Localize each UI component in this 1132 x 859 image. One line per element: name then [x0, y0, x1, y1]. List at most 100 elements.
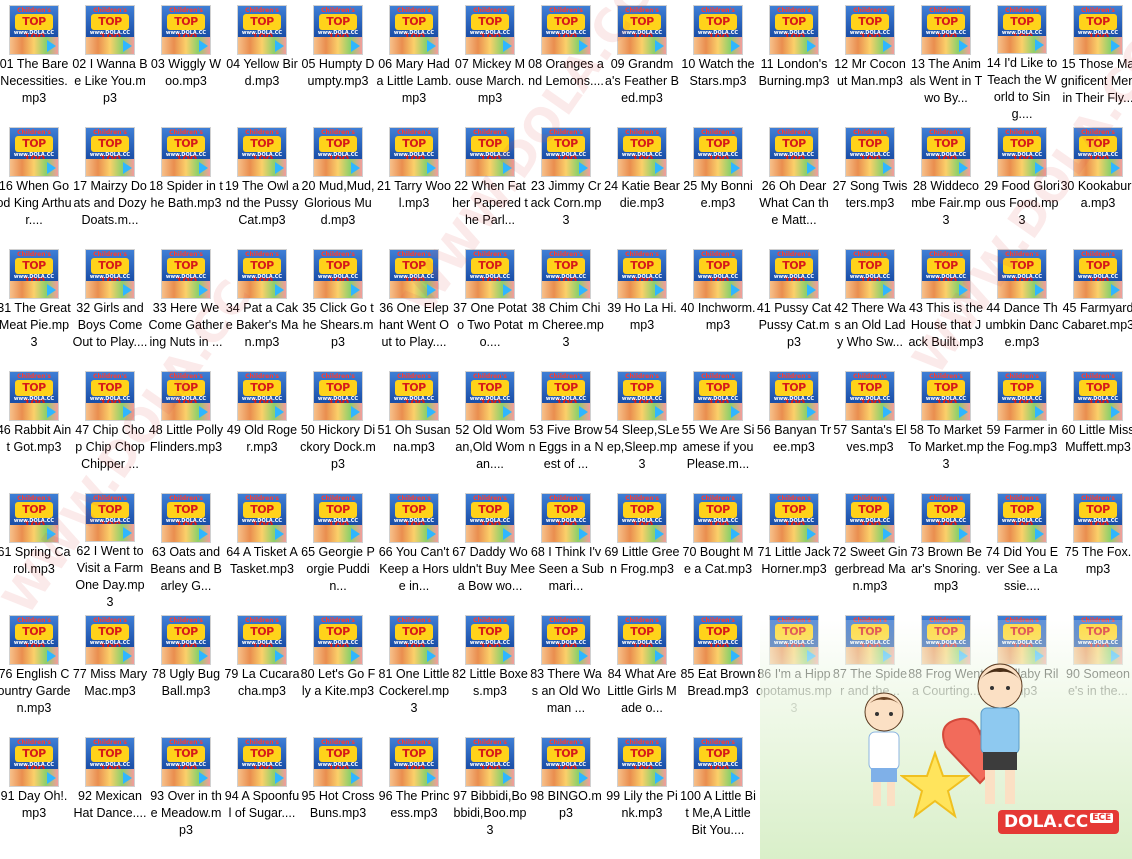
file-item[interactable]: Children'sTOP 100www.DOLA.CC62 I Went to… — [72, 488, 148, 610]
file-item[interactable]: Children'sTOP 100www.DOLA.CC61 Spring Ca… — [0, 488, 72, 610]
file-item[interactable]: Children'sTOP 100www.DOLA.CC95 Hot Cross… — [300, 732, 376, 854]
file-item[interactable]: Children'sTOP 100www.DOLA.CC93 Over in t… — [148, 732, 224, 854]
file-item[interactable]: Children'sTOP 100www.DOLA.CC32 Girls and… — [72, 244, 148, 366]
file-item[interactable]: Children'sTOP 100www.DOLA.CC96 The Princ… — [376, 732, 452, 854]
file-item[interactable]: Children'sTOP 100www.DOLA.CC73 Brown Bea… — [908, 488, 984, 610]
file-item[interactable]: Children'sTOP 100www.DOLA.CC57 Santa's E… — [832, 366, 908, 488]
file-item[interactable]: Children'sTOP 100www.DOLA.CC31 The Great… — [0, 244, 72, 366]
file-item[interactable]: Children'sTOP 100www.DOLA.CC42 There Was… — [832, 244, 908, 366]
file-item[interactable]: Children'sTOP 100www.DOLA.CC04 Yellow Bi… — [224, 0, 300, 122]
file-item[interactable]: Children'sTOP 100www.DOLA.CC16 When Good… — [0, 122, 72, 244]
file-item[interactable]: Children'sTOP 100www.DOLA.CC08 Oranges a… — [528, 0, 604, 122]
file-item[interactable]: Children'sTOP 100www.DOLA.CC44 Dance Thu… — [984, 244, 1060, 366]
file-item[interactable]: Children'sTOP 100www.DOLA.CC83 There Was… — [528, 610, 604, 732]
file-item[interactable]: Children'sTOP 100www.DOLA.CC53 Five Brow… — [528, 366, 604, 488]
file-item[interactable]: Children'sTOP 100www.DOLA.CC85 Eat Brown… — [680, 610, 756, 732]
file-item[interactable]: Children'sTOP 100www.DOLA.CC68 I Think I… — [528, 488, 604, 610]
file-item[interactable]: Children'sTOP 100www.DOLA.CC38 Chim Chim… — [528, 244, 604, 366]
file-item[interactable]: Children'sTOP 100www.DOLA.CC65 Georgie P… — [300, 488, 376, 610]
file-item[interactable]: Children'sTOP 100www.DOLA.CC54 Sleep,SLe… — [604, 366, 680, 488]
file-item[interactable]: Children'sTOP 100www.DOLA.CC100 A Little… — [680, 732, 756, 854]
file-item[interactable]: Children'sTOP 100www.DOLA.CC35 Click Go … — [300, 244, 376, 366]
file-item[interactable]: Children'sTOP 100www.DOLA.CC34 Pat a Cak… — [224, 244, 300, 366]
file-item[interactable]: Children'sTOP 100www.DOLA.CC02 I Wanna B… — [72, 0, 148, 122]
file-item[interactable]: Children'sTOP 100www.DOLA.CC88 Frog Went… — [908, 610, 984, 732]
file-item[interactable]: Children'sTOP 100www.DOLA.CC06 Mary Had … — [376, 0, 452, 122]
file-item[interactable]: Children'sTOP 100www.DOLA.CC72 Sweet Gin… — [832, 488, 908, 610]
file-item[interactable]: Children'sTOP 100www.DOLA.CC37 One Potat… — [452, 244, 528, 366]
file-item[interactable]: Children'sTOP 100www.DOLA.CC70 Bought Me… — [680, 488, 756, 610]
file-item[interactable]: Children'sTOP 100www.DOLA.CC09 Grandma's… — [604, 0, 680, 122]
file-item[interactable]: Children'sTOP 100www.DOLA.CC41 Pussy Cat… — [756, 244, 832, 366]
file-item[interactable]: Children'sTOP 100www.DOLA.CC81 One Littl… — [376, 610, 452, 732]
file-item[interactable]: Children'sTOP 100www.DOLA.CC07 Mickey Mo… — [452, 0, 528, 122]
file-item[interactable]: Children'sTOP 100www.DOLA.CC84 What Are … — [604, 610, 680, 732]
file-item[interactable]: Children'sTOP 100www.DOLA.CC20 Mud,Mud, … — [300, 122, 376, 244]
file-item[interactable]: Children'sTOP 100www.DOLA.CC13 The Anima… — [908, 0, 984, 122]
file-item[interactable]: Children'sTOP 100www.DOLA.CC05 Humpty Du… — [300, 0, 376, 122]
file-item[interactable]: Children'sTOP 100www.DOLA.CC80 Let's Go … — [300, 610, 376, 732]
file-item[interactable]: Children'sTOP 100www.DOLA.CC36 One Eleph… — [376, 244, 452, 366]
file-item[interactable]: Children'sTOP 100www.DOLA.CC67 Daddy Wou… — [452, 488, 528, 610]
file-item[interactable]: Children'sTOP 100www.DOLA.CC63 Oats and … — [148, 488, 224, 610]
file-item[interactable]: Children'sTOP 100www.DOLA.CC45 Farmyard … — [1060, 244, 1132, 366]
file-item[interactable]: Children'sTOP 100www.DOLA.CC46 Rabbit Ai… — [0, 366, 72, 488]
file-item[interactable]: Children'sTOP 100www.DOLA.CC91 Day Oh!.m… — [0, 732, 72, 854]
file-item[interactable]: Children'sTOP 100www.DOLA.CC23 Jimmy Cra… — [528, 122, 604, 244]
file-item[interactable]: Children'sTOP 100www.DOLA.CC99 Lily the … — [604, 732, 680, 854]
file-item[interactable]: Children'sTOP 100www.DOLA.CC14 I'd Like … — [984, 0, 1060, 122]
file-item[interactable]: Children'sTOP 100www.DOLA.CC47 Chip Chop… — [72, 366, 148, 488]
file-item[interactable]: Children'sTOP 100www.DOLA.CC15 Those Mag… — [1060, 0, 1132, 122]
file-item[interactable]: Children'sTOP 100www.DOLA.CC28 Widdecomb… — [908, 122, 984, 244]
file-item[interactable]: Children'sTOP 100www.DOLA.CC74 Did You E… — [984, 488, 1060, 610]
file-item[interactable]: Children'sTOP 100www.DOLA.CC90 Someone's… — [1060, 610, 1132, 732]
file-item[interactable]: Children'sTOP 100www.DOLA.CC11 London's … — [756, 0, 832, 122]
file-item[interactable]: Children'sTOP 100www.DOLA.CC01 The Bare … — [0, 0, 72, 122]
file-item[interactable]: Children'sTOP 100www.DOLA.CC52 Old Woman… — [452, 366, 528, 488]
file-item[interactable]: Children'sTOP 100www.DOLA.CC79 La Cucara… — [224, 610, 300, 732]
file-item[interactable]: Children'sTOP 100www.DOLA.CC27 Song Twis… — [832, 122, 908, 244]
file-item[interactable]: Children'sTOP 100www.DOLA.CC25 My Bonnie… — [680, 122, 756, 244]
file-item[interactable]: Children'sTOP 100www.DOLA.CC76 English C… — [0, 610, 72, 732]
file-item[interactable]: Children'sTOP 100www.DOLA.CC56 Banyan Tr… — [756, 366, 832, 488]
file-item[interactable]: Children'sTOP 100www.DOLA.CC50 Hickory D… — [300, 366, 376, 488]
file-item[interactable]: Children'sTOP 100www.DOLA.CC29 Food Glor… — [984, 122, 1060, 244]
file-item[interactable]: Children'sTOP 100www.DOLA.CC19 The Owl a… — [224, 122, 300, 244]
file-item[interactable]: Children'sTOP 100www.DOLA.CC92 Mexican H… — [72, 732, 148, 854]
file-item[interactable]: Children'sTOP 100www.DOLA.CC97 Bibbidi,B… — [452, 732, 528, 854]
file-item[interactable]: Children'sTOP 100www.DOLA.CC58 To Market… — [908, 366, 984, 488]
file-item[interactable]: Children'sTOP 100www.DOLA.CC22 When Fath… — [452, 122, 528, 244]
file-item[interactable]: Children'sTOP 100www.DOLA.CC17 Mairzy Do… — [72, 122, 148, 244]
file-item[interactable]: Children'sTOP 100www.DOLA.CC39 Ho La Hi.… — [604, 244, 680, 366]
file-item[interactable]: Children'sTOP 100www.DOLA.CC48 Little Po… — [148, 366, 224, 488]
file-item[interactable]: Children'sTOP 100www.DOLA.CC12 Mr Coconu… — [832, 0, 908, 122]
file-item[interactable]: Children'sTOP 100www.DOLA.CC64 A Tisket … — [224, 488, 300, 610]
file-item[interactable]: Children'sTOP 100www.DOLA.CC69 Little Gr… — [604, 488, 680, 610]
file-item[interactable]: Children'sTOP 100www.DOLA.CC18 Spider in… — [148, 122, 224, 244]
file-item[interactable]: Children'sTOP 100www.DOLA.CC77 Miss Mary… — [72, 610, 148, 732]
file-item[interactable]: Children'sTOP 100www.DOLA.CC86 I'm a Hip… — [756, 610, 832, 732]
file-item[interactable]: Children'sTOP 100www.DOLA.CC59 Farmer in… — [984, 366, 1060, 488]
file-item[interactable]: Children'sTOP 100www.DOLA.CC30 Kookaburr… — [1060, 122, 1132, 244]
file-item[interactable]: Children'sTOP 100www.DOLA.CC89 Rillaby R… — [984, 610, 1060, 732]
file-item[interactable]: Children'sTOP 100www.DOLA.CC03 Wiggly Wo… — [148, 0, 224, 122]
file-item[interactable]: Children'sTOP 100www.DOLA.CC94 A Spoonfu… — [224, 732, 300, 854]
file-item[interactable]: Children'sTOP 100www.DOLA.CC82 Little Bo… — [452, 610, 528, 732]
file-item[interactable]: Children'sTOP 100www.DOLA.CC24 Katie Bea… — [604, 122, 680, 244]
file-item[interactable]: Children'sTOP 100www.DOLA.CC26 Oh Dear W… — [756, 122, 832, 244]
file-item[interactable]: Children'sTOP 100www.DOLA.CC78 Ugly Bug … — [148, 610, 224, 732]
file-item[interactable]: Children'sTOP 100www.DOLA.CC71 Little Ja… — [756, 488, 832, 610]
file-item[interactable]: Children'sTOP 100www.DOLA.CC60 Little Mi… — [1060, 366, 1132, 488]
file-item[interactable]: Children'sTOP 100www.DOLA.CC87 The Spide… — [832, 610, 908, 732]
file-item[interactable]: Children'sTOP 100www.DOLA.CC51 Oh Susann… — [376, 366, 452, 488]
file-item[interactable]: Children'sTOP 100www.DOLA.CC10 Watch the… — [680, 0, 756, 122]
file-item[interactable]: Children'sTOP 100www.DOLA.CC43 This is t… — [908, 244, 984, 366]
file-item[interactable]: Children'sTOP 100www.DOLA.CC66 You Can't… — [376, 488, 452, 610]
file-item[interactable]: Children'sTOP 100www.DOLA.CC55 We Are Si… — [680, 366, 756, 488]
file-item[interactable]: Children'sTOP 100www.DOLA.CC40 Inchworm.… — [680, 244, 756, 366]
file-item[interactable]: Children'sTOP 100www.DOLA.CC75 The Fox.m… — [1060, 488, 1132, 610]
file-item[interactable]: Children'sTOP 100www.DOLA.CC98 BINGO.mp3 — [528, 732, 604, 854]
file-item[interactable]: Children'sTOP 100www.DOLA.CC21 Tarry Woo… — [376, 122, 452, 244]
file-item[interactable]: Children'sTOP 100www.DOLA.CC33 Here We C… — [148, 244, 224, 366]
file-item[interactable]: Children'sTOP 100www.DOLA.CC49 Old Roger… — [224, 366, 300, 488]
